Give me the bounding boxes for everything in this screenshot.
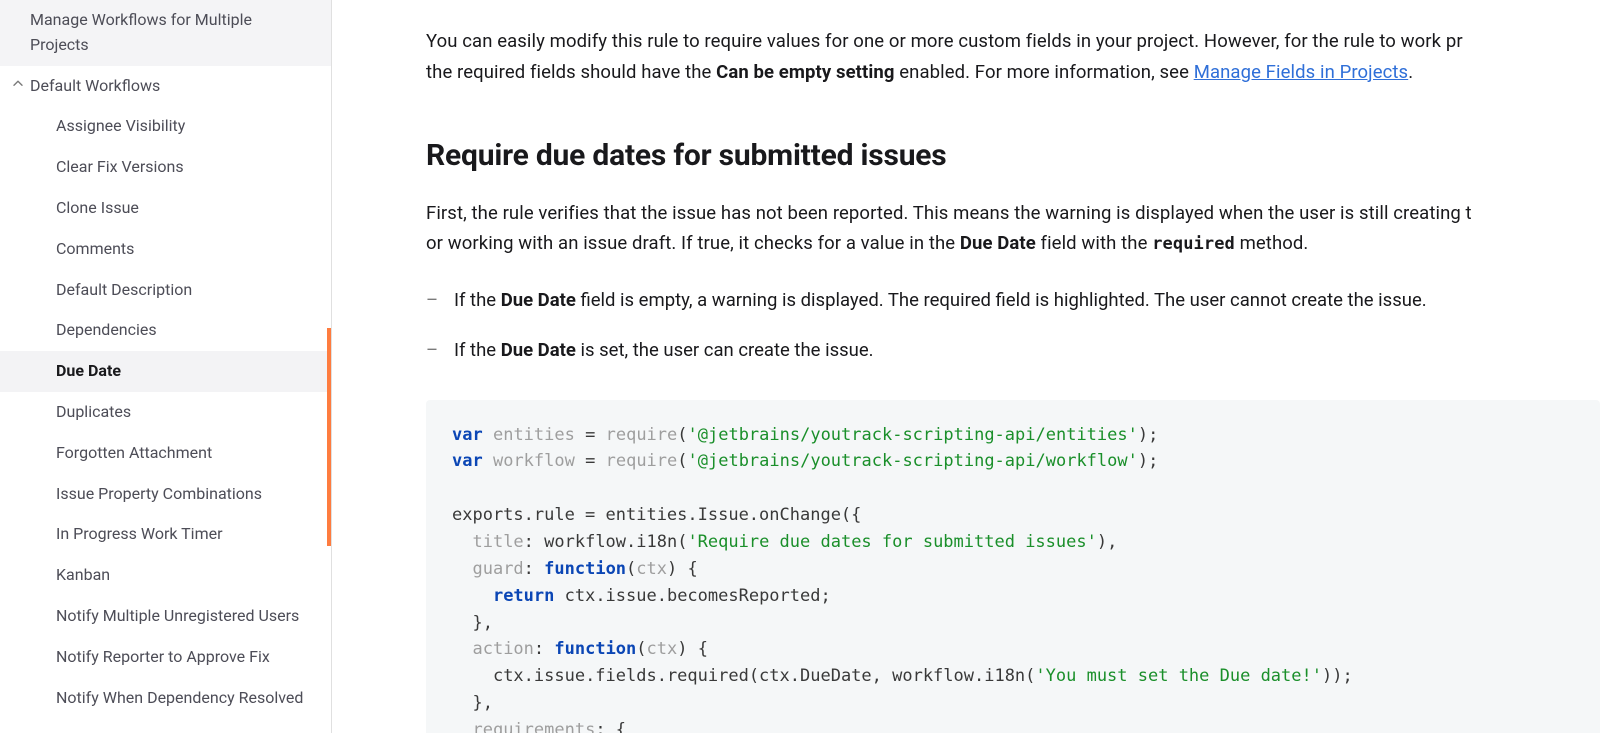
text: . [1408, 61, 1413, 83]
sidebar-item-dependencies[interactable]: Dependencies [0, 310, 331, 351]
text: or working with an issue draft. If true,… [426, 232, 960, 254]
section-paragraph: First, the rule verifies that the issue … [426, 198, 1600, 259]
inline-code: required [1152, 234, 1235, 254]
sidebar-item-notify-when-dependency-resolved[interactable]: Notify When Dependency Resolved [0, 678, 331, 719]
sidebar-item-kanban[interactable]: Kanban [0, 555, 331, 596]
code-text: : workflow.i18n( [524, 532, 688, 552]
code-text: ) { [677, 639, 708, 659]
sidebar-item-clear-fix-versions[interactable]: Clear Fix Versions [0, 147, 331, 188]
chevron-down-icon [12, 78, 24, 90]
code-str: '@jetbrains/youtrack-scripting-api/workf… [688, 451, 1138, 471]
section-heading: Require due dates for submitted issues [426, 133, 1600, 180]
bold-text: Due Date [501, 289, 576, 311]
sidebar-item-label: In Progress Work Timer [56, 522, 223, 547]
text: First, the rule verifies that the issue … [426, 202, 1472, 224]
code-id: require [606, 451, 678, 471]
text: If the [454, 339, 501, 361]
sidebar-item-label: Notify When Dependency Resolved [56, 686, 303, 711]
sidebar-group-label: Default Workflows [30, 74, 160, 99]
sidebar-item-label: Forgotten Attachment [56, 441, 212, 466]
text: the required fields should have the [426, 61, 716, 83]
code-kw: function [554, 639, 636, 659]
code-kw: var [452, 425, 483, 445]
sidebar-item-label: Dependencies [56, 318, 157, 343]
code-id: workflow [493, 451, 575, 471]
code-text: ) { [667, 559, 698, 579]
code-text: ctx.issue.fields.required(ctx.DueDate, w… [493, 666, 1035, 686]
sidebar-item-label: Comments [56, 237, 134, 262]
main-content: You can easily modify this rule to requi… [332, 0, 1600, 733]
sidebar-item-label: Clear Fix Versions [56, 155, 184, 180]
code-str: 'Require due dates for submitted issues' [687, 532, 1096, 552]
sidebar-item-label: Default Description [56, 278, 192, 303]
sidebar-item-issue-property-combinations[interactable]: Issue Property Combinations [0, 474, 331, 515]
code-kw: return [493, 586, 554, 606]
code-id: ctx [636, 559, 667, 579]
sidebar-item-manage-workflows[interactable]: Manage Workflows for Multiple Projects [0, 0, 331, 66]
code-id: action [472, 639, 533, 659]
bold-text: Can be empty setting [716, 61, 894, 83]
code-str: '@jetbrains/youtrack-scripting-api/entit… [688, 425, 1138, 445]
bullet-list: If the Due Date field is empty, a warnin… [426, 285, 1600, 366]
sidebar-item-label: Clone Issue [56, 196, 139, 221]
code-text: )); [1322, 666, 1353, 686]
code-block: var entities = require('@jetbrains/youtr… [426, 400, 1600, 733]
list-item: If the Due Date field is empty, a warnin… [426, 285, 1600, 316]
sidebar-item-label: Kanban [56, 563, 110, 588]
code-text: ctx.issue.becomesReported; [554, 586, 830, 606]
sidebar-item-forgotten-attachment[interactable]: Forgotten Attachment [0, 433, 331, 474]
text: field is empty, a warning is displayed. … [576, 289, 1427, 311]
code-str: 'You must set the Due date!' [1035, 666, 1322, 686]
code-id: require [606, 425, 678, 445]
sidebar-group-default-workflows[interactable]: Default Workflows [0, 66, 331, 107]
bold-text: Due Date [960, 232, 1036, 254]
sidebar-item-due-date[interactable]: Due Date [0, 351, 331, 392]
code-id: requirements [472, 720, 595, 733]
sidebar-item-comments[interactable]: Comments [0, 229, 331, 270]
sidebar-item-label: Manage Workflows for Multiple Projects [30, 8, 290, 58]
sidebar-item-in-progress-work-timer[interactable]: In Progress Work Timer [0, 514, 331, 555]
text: is set, the user can create the issue. [576, 339, 874, 361]
text: You can easily modify this rule to requi… [426, 30, 1463, 52]
sidebar-active-marker [327, 328, 331, 546]
intro-paragraph: You can easily modify this rule to requi… [426, 26, 1600, 87]
text: field with the [1036, 232, 1152, 254]
link-manage-fields[interactable]: Manage Fields in Projects [1194, 61, 1409, 83]
code-line: exports.rule = entities.Issue.onChange({ [452, 505, 861, 525]
text: method. [1235, 232, 1309, 254]
bold-text: Due Date [501, 339, 576, 361]
sidebar-item-notify-reporter-approve-fix[interactable]: Notify Reporter to Approve Fix [0, 637, 331, 678]
sidebar-item-assignee-visibility[interactable]: Assignee Visibility [0, 106, 331, 147]
code-id: entities [493, 425, 575, 445]
code-kw: var [452, 451, 483, 471]
text: enabled. For more information, see [895, 61, 1194, 83]
sidebar-item-label: Issue Property Combinations [56, 482, 262, 507]
code-text: }, [472, 693, 492, 713]
sidebar-item-label: Notify Multiple Unregistered Users [56, 604, 299, 629]
code-kw: function [544, 559, 626, 579]
text: If the [454, 289, 501, 311]
code-text: : { [595, 720, 626, 733]
code-text: ), [1097, 532, 1117, 552]
code-id: title [472, 532, 523, 552]
sidebar-item-duplicates[interactable]: Duplicates [0, 392, 331, 433]
code-text: ( [626, 559, 636, 579]
sidebar: Manage Workflows for Multiple Projects D… [0, 0, 332, 733]
list-item: If the Due Date is set, the user can cre… [426, 335, 1600, 366]
sidebar-item-clone-issue[interactable]: Clone Issue [0, 188, 331, 229]
sidebar-item-label: Duplicates [56, 400, 131, 425]
sidebar-item-label: Due Date [56, 359, 121, 384]
sidebar-item-notify-multiple-unregistered[interactable]: Notify Multiple Unregistered Users [0, 596, 331, 637]
sidebar-item-default-description[interactable]: Default Description [0, 270, 331, 311]
sidebar-item-label: Assignee Visibility [56, 114, 185, 139]
code-id: guard [472, 559, 523, 579]
sidebar-item-label: Notify Reporter to Approve Fix [56, 645, 270, 670]
app-root: Manage Workflows for Multiple Projects D… [0, 0, 1600, 733]
code-text: }, [472, 613, 492, 633]
code-text: ( [636, 639, 646, 659]
code-id: ctx [647, 639, 678, 659]
